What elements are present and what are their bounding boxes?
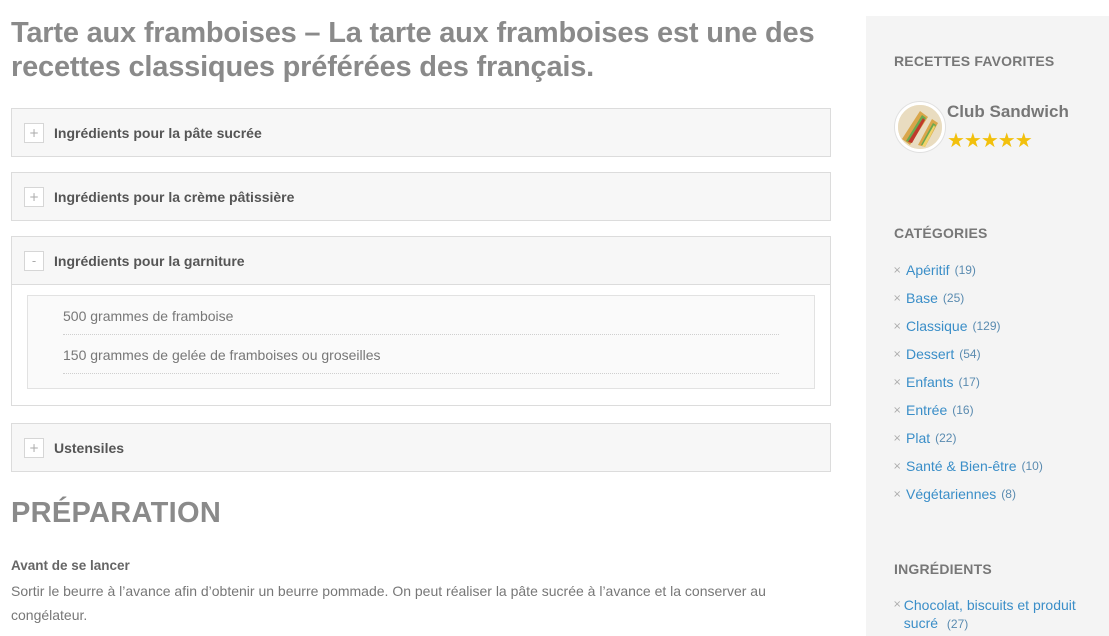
category-item[interactable]: × Dessert (54) xyxy=(893,340,1043,368)
accordion-garniture[interactable]: - Ingrédients pour la garniture 500 gram… xyxy=(11,236,831,406)
bullet-x-icon: × xyxy=(893,432,902,444)
bullet-x-icon: × xyxy=(893,320,902,332)
category-item[interactable]: × Santé & Bien-être (10) xyxy=(893,452,1043,480)
favorite-recipe[interactable]: Club Sandwich ★★★★★ xyxy=(895,102,1069,152)
bullet-x-icon: × xyxy=(893,348,902,360)
favorites-heading: RECETTES FAVORITES xyxy=(894,53,1055,69)
category-count: (19) xyxy=(954,263,976,277)
category-count: (129) xyxy=(972,319,1001,333)
accordion-header[interactable]: - Ingrédients pour la garniture xyxy=(12,237,830,284)
bullet-x-icon: × xyxy=(893,264,902,276)
category-count: (8) xyxy=(1001,487,1016,501)
category-link[interactable]: Plat xyxy=(906,430,930,446)
ingredients-heading: INGRÉDIENTS xyxy=(894,561,992,577)
categories-heading: CATÉGORIES xyxy=(894,225,988,241)
preparation-subheading: Avant de se lancer xyxy=(11,558,130,573)
bullet-x-icon: × xyxy=(893,599,902,610)
category-count: (10) xyxy=(1021,459,1043,473)
category-link[interactable]: Entrée xyxy=(906,402,947,418)
accordion-title[interactable]: Ustensiles xyxy=(54,440,124,456)
accordion-header[interactable]: + Ingrédients pour la pâte sucrée xyxy=(12,109,830,156)
category-list: × Apéritif (19) × Base (25) × Classique (129) … xyxy=(893,256,1043,508)
preparation-heading: PRÉPARATION xyxy=(11,497,222,529)
accordion-title[interactable]: Ingrédients pour la crème pâtissière xyxy=(54,189,294,205)
accordion-title[interactable]: Ingrédients pour la garniture xyxy=(54,253,245,269)
ingredient-item: 150 grammes de gelée de framboises ou gr… xyxy=(63,335,779,374)
category-link[interactable]: Dessert xyxy=(906,346,954,362)
category-count: (16) xyxy=(952,403,974,417)
sandwich-image-icon xyxy=(898,105,942,149)
category-link[interactable]: Base xyxy=(906,290,938,306)
accordion-header[interactable]: + Ustensiles xyxy=(12,424,830,471)
rating-stars-icon: ★★★★★ xyxy=(947,128,1033,152)
ingredient-category-link[interactable]: Chocolat, biscuits et produit sucré (27) xyxy=(904,596,1103,633)
category-item[interactable]: × Apéritif (19) xyxy=(893,256,1043,284)
bullet-x-icon: × xyxy=(893,292,902,304)
ingredient-category-name[interactable]: Chocolat, biscuits et produit sucré xyxy=(904,597,1076,631)
ingredient-item: 500 grammes de framboise xyxy=(63,296,779,335)
category-item[interactable]: × Plat (22) xyxy=(893,424,1043,452)
accordion-pate-sucree[interactable]: + Ingrédients pour la pâte sucrée xyxy=(11,108,831,157)
accordion-body: 500 grammes de framboise 150 grammes de … xyxy=(12,284,830,405)
category-count: (17) xyxy=(958,375,980,389)
ingredient-list: 500 grammes de framboise 150 grammes de … xyxy=(27,295,815,389)
category-count: (27) xyxy=(946,617,969,631)
accordion-title[interactable]: Ingrédients pour la pâte sucrée xyxy=(54,125,262,141)
category-count: (54) xyxy=(959,347,981,361)
category-link[interactable]: Enfants xyxy=(906,374,953,390)
category-item[interactable]: × Classique (129) xyxy=(893,312,1043,340)
category-link[interactable]: Végétariennes xyxy=(906,486,996,502)
ingredient-category-list: × Chocolat, biscuits et produit sucré (2… xyxy=(893,596,1103,633)
accordion-creme-patissiere[interactable]: + Ingrédients pour la crème pâtissière xyxy=(11,172,831,221)
bullet-x-icon: × xyxy=(893,460,902,472)
category-link[interactable]: Santé & Bien-être xyxy=(906,458,1017,474)
club-sandwich-thumbnail[interactable] xyxy=(895,102,945,152)
category-link[interactable]: Apéritif xyxy=(906,262,950,278)
category-item[interactable]: × Enfants (17) xyxy=(893,368,1043,396)
expand-icon[interactable]: + xyxy=(24,122,44,143)
preparation-text: Sortir le beurre à l’avance afin d’obten… xyxy=(11,583,766,623)
category-item[interactable]: × Végétariennes (8) xyxy=(893,480,1043,508)
bullet-x-icon: × xyxy=(893,488,902,500)
category-link[interactable]: Classique xyxy=(906,318,967,334)
collapse-icon[interactable]: - xyxy=(24,250,44,271)
accordion-header[interactable]: + Ingrédients pour la crème pâtissière xyxy=(12,173,830,220)
category-item[interactable]: × Base (25) xyxy=(893,284,1043,312)
expand-icon[interactable]: + xyxy=(24,437,44,458)
bullet-x-icon: × xyxy=(893,404,902,416)
category-item[interactable]: × Entrée (16) xyxy=(893,396,1043,424)
category-count: (22) xyxy=(935,431,957,445)
sidebar: RECETTES FAVORITES Club Sandwich ★★★★★ C… xyxy=(866,16,1109,636)
category-count: (25) xyxy=(942,291,965,305)
favorite-recipe-name[interactable]: Club Sandwich xyxy=(947,102,1069,122)
ingredient-category-item[interactable]: × Chocolat, biscuits et produit sucré (2… xyxy=(893,596,1103,633)
page-title: Tarte aux framboises – La tarte aux fram… xyxy=(11,17,815,83)
expand-icon[interactable]: + xyxy=(24,186,44,207)
bullet-x-icon: × xyxy=(893,376,902,388)
accordion-ustensiles[interactable]: + Ustensiles xyxy=(11,423,831,472)
